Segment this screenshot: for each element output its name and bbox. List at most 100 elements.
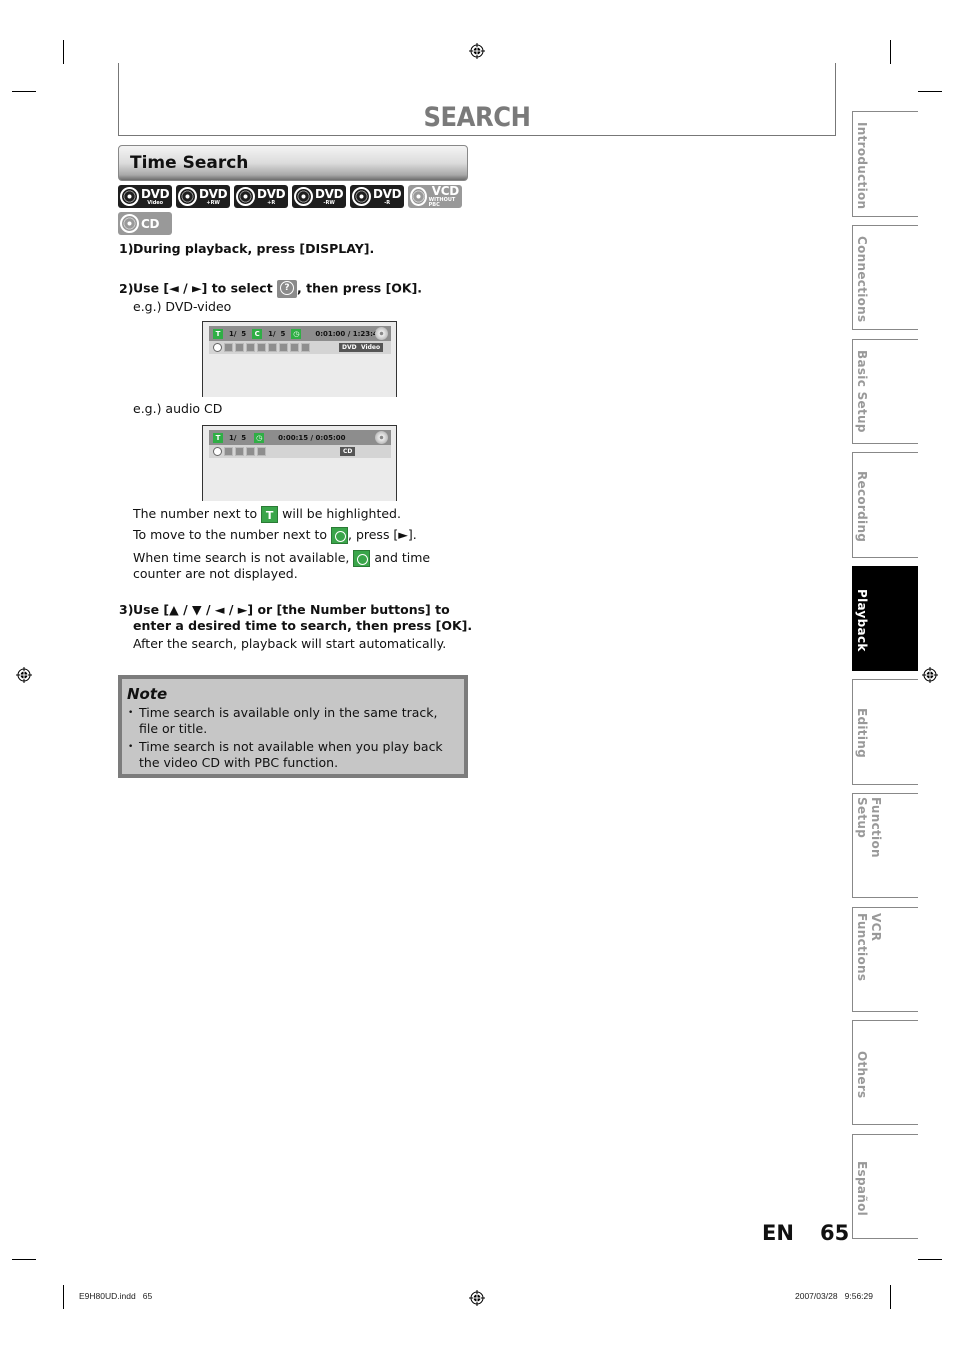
crop-mark (63, 40, 64, 64)
example-cd-label: e.g.) audio CD (133, 401, 223, 416)
title-icon: T (261, 506, 279, 523)
tab-introduction[interactable]: Introduction (852, 111, 918, 217)
badge-sublabel: -R (384, 199, 391, 206)
crop-mark (890, 1285, 891, 1309)
tab-connections[interactable]: Connections (852, 225, 918, 330)
step-3-line-3: After the search, playback will start au… (133, 636, 447, 651)
text: and time (374, 550, 431, 565)
badge-sublabel: -RW (323, 199, 335, 206)
note-item: Time search is not available when you pl… (127, 739, 458, 771)
step-text: , then press [OK]. (297, 280, 423, 296)
step-text: Use [◄ / ►] to select (133, 280, 273, 296)
badge-sublabel: +R (267, 199, 276, 206)
tab-label: Connections (855, 236, 869, 323)
time-counter: 0:00:15 / 0:05:00 (278, 433, 346, 442)
chapter-count: 1/ 5 (268, 329, 286, 338)
disc-type-badges: DVD Video DVD +RW DVD +R DVD -RW DVD -R VCD WITHOUT… (118, 185, 478, 239)
tab-label: Function Setup (855, 797, 883, 858)
clock-icon (331, 527, 348, 544)
tab-label: Recording (855, 471, 869, 543)
title-count: 1/ 5 (229, 329, 247, 338)
badge-label: VCD (431, 184, 459, 198)
tab-recording[interactable]: Recording (852, 452, 918, 558)
tab-editing[interactable]: Editing (852, 679, 918, 785)
tab-label: Playback (855, 589, 869, 652)
osd-menu-bar: CD (209, 445, 391, 458)
step-number: 2) (119, 280, 134, 296)
tab-label: VCR Functions (855, 913, 883, 982)
step-2: 2)Use [◄ / ►] to select , then press [OK… (119, 280, 422, 298)
tab-function-setup[interactable]: Function Setup (852, 793, 918, 898)
search-icon (213, 343, 222, 352)
badge-sublabel: WITHOUT PBC (428, 197, 456, 208)
clock-icon (353, 550, 371, 567)
registration-mark-icon (16, 667, 32, 683)
disc-icon (236, 187, 255, 206)
zoom-icon (290, 343, 299, 352)
note-box: Note Time search is available only in th… (118, 675, 468, 778)
tab-label: Español (855, 1161, 869, 1217)
disc-icon (178, 187, 197, 206)
osd-audio-cd: T 1/ 5 ◷ 0:00:15 / 0:05:00 CD (202, 425, 397, 501)
badge-cd: CD (118, 212, 172, 235)
disc-icon (120, 187, 139, 206)
osd-menu-bar: DVD Video (209, 341, 391, 354)
repeat-icon (257, 343, 266, 352)
disc-icon (294, 187, 313, 206)
move-note: To move to the number next to , press [►… (133, 527, 417, 544)
badge-vcd-without-pbc: VCD WITHOUT PBC (408, 185, 462, 208)
marker-icon (246, 447, 255, 456)
crop-mark (12, 91, 36, 92)
tab-others[interactable]: Others (852, 1020, 918, 1125)
audio-icon (224, 343, 233, 352)
repeat-icon (235, 447, 244, 456)
tab-label: Basic Setup (855, 350, 869, 433)
tab-label: Introduction (855, 122, 869, 210)
clock-icon: ◷ (291, 328, 302, 339)
language-code: EN (762, 1221, 794, 1245)
crop-mark (918, 1259, 942, 1260)
disc-type-tag: DVD (339, 343, 360, 352)
badge-sublabel: +RW (206, 199, 220, 206)
crop-mark (890, 40, 891, 64)
note-title: Note (127, 685, 168, 703)
text: The number next to (133, 506, 258, 521)
badge-dvd-minus-rw: DVD -RW (292, 185, 346, 208)
time-search-icon (277, 280, 298, 298)
tab-espanol[interactable]: Español (852, 1134, 918, 1239)
disc-type-tag: CD (340, 447, 356, 456)
crop-mark (63, 1285, 64, 1309)
registration-mark-icon (922, 667, 938, 683)
step-3-line-2: enter a desired time to search, then pre… (133, 618, 473, 633)
marker-icon (268, 343, 277, 352)
footer-file: E9H80UD.indd 65 (79, 1291, 153, 1301)
section-heading: Time Search (118, 145, 468, 181)
badge-sublabel: Video (147, 199, 164, 206)
crop-mark (918, 91, 942, 92)
tab-label: Editing (855, 708, 869, 758)
osd-info-bar: T 1/ 5 C 1/ 5 ◷ 0:01:00 / 1:23:45 (209, 326, 391, 341)
section-heading-text: Time Search (130, 153, 249, 173)
text: , press [►]. (348, 527, 417, 542)
page-title: SEARCH (423, 102, 531, 133)
disc-icon (352, 187, 371, 206)
tab-playback[interactable]: Playback (852, 566, 918, 671)
footer-timestamp: 2007/03/28 9:56:29 (795, 1291, 873, 1301)
badge-dvd-minus-r: DVD -R (350, 185, 404, 208)
disc-icon (410, 187, 427, 206)
step-1: 1)During playback, press [DISPLAY]. (119, 241, 374, 257)
registration-mark-icon (469, 1290, 485, 1306)
osd-dvd-video: T 1/ 5 C 1/ 5 ◷ 0:01:00 / 1:23:45 DVD Vi… (202, 321, 397, 397)
header-frame: SEARCH (118, 63, 836, 136)
tab-vcr-functions[interactable]: VCR Functions (852, 907, 918, 1012)
disc-mode-tag: Video (358, 343, 384, 352)
surround-icon (257, 447, 266, 456)
title-icon: T (213, 328, 223, 339)
text: When time search is not available, (133, 550, 350, 565)
unavailable-note-cont: counter are not displayed. (133, 566, 298, 581)
badge-dvd-plus-r: DVD +R (234, 185, 288, 208)
tab-basic-setup[interactable]: Basic Setup (852, 339, 918, 444)
unavailable-note: When time search is not available, and t… (133, 550, 430, 567)
step-3: 3)Use [▲ / ▼ / ◄ / ►] or [the Number but… (119, 602, 450, 618)
note-item: Time search is available only in the sam… (127, 705, 458, 737)
